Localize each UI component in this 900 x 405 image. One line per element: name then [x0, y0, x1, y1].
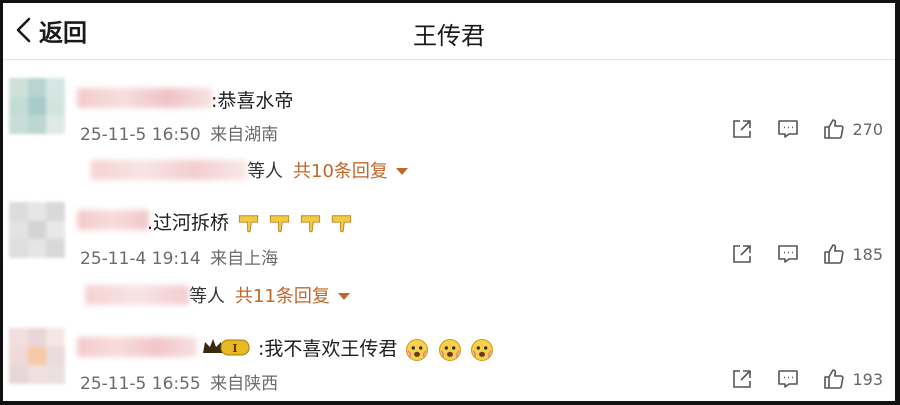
- comment-text: :我不喜欢王传君: [258, 334, 494, 362]
- comment-text-body: .过河拆桥: [147, 212, 230, 234]
- like-button[interactable]: 185: [822, 242, 883, 266]
- comment-text: :恭喜水帝: [211, 90, 294, 112]
- comment-actions: 185: [708, 242, 883, 266]
- comment-time: 25-11-5 16:55: [80, 374, 201, 394]
- top-bar: 返回 王传君: [3, 3, 895, 60]
- crown-badge[interactable]: I: [201, 334, 251, 358]
- share-icon: [733, 120, 752, 138]
- like-button[interactable]: 193: [822, 367, 883, 391]
- comment-item: .过河拆桥 25-11-4 19:14 来自上海 185 等人 共11条回复: [3, 192, 895, 320]
- reply-usernames-blurred: [85, 285, 189, 305]
- share-icon: [733, 245, 752, 263]
- reply-suffix: 等人: [247, 161, 283, 182]
- view-replies-link[interactable]: 共10条回复: [293, 157, 408, 183]
- avatar[interactable]: [9, 328, 65, 384]
- share-button[interactable]: [730, 367, 754, 391]
- reply-count-label: 共10条回复: [293, 161, 388, 182]
- avatar[interactable]: [9, 202, 65, 258]
- comment-icon: [778, 245, 799, 263]
- comment-button[interactable]: [776, 242, 800, 266]
- comment-actions: 270: [708, 117, 883, 141]
- like-count: 185: [852, 244, 883, 264]
- comment-meta: 25-11-5 16:55 来自陕西: [80, 369, 278, 394]
- reply-usernames-blurred: [91, 160, 247, 180]
- comment-time: 25-11-5 16:50: [80, 125, 201, 145]
- like-count: 270: [852, 119, 883, 139]
- comment-time: 25-11-4 19:14: [80, 249, 201, 269]
- comment-item: I :我不喜欢王传君 25-11-5 16:55 来自陕西 193: [3, 320, 895, 400]
- thumbs-up-icon: [824, 369, 845, 389]
- reply-count-label: 共11条回复: [235, 286, 330, 307]
- thumbs-down-emoji: [270, 214, 290, 232]
- caret-down-icon: [395, 167, 408, 175]
- comment-item: :恭喜水帝 25-11-5 16:50 来自湖南 270 等人 共10条回复: [3, 62, 895, 192]
- reply-suffix: 等人: [189, 286, 225, 307]
- share-button[interactable]: [730, 242, 754, 266]
- thumbs-up-icon: [824, 119, 845, 139]
- comment-meta: 25-11-4 19:14 来自上海: [80, 244, 278, 269]
- comment-actions: 193: [708, 367, 883, 391]
- svg-text:I: I: [232, 342, 237, 355]
- comment-icon: [778, 370, 799, 388]
- comment-location: 来自上海: [210, 249, 279, 269]
- like-button[interactable]: 270: [822, 117, 883, 141]
- share-button[interactable]: [730, 117, 754, 141]
- crown-badge-icon: I: [203, 339, 250, 356]
- comment-button[interactable]: [776, 117, 800, 141]
- comment-location: 来自湖南: [210, 125, 279, 145]
- comment-button[interactable]: [776, 367, 800, 391]
- thumbs-down-emoji: [301, 214, 321, 232]
- scared-face-emoji: [438, 338, 461, 361]
- reply-summary[interactable]: 等人 共10条回复: [91, 157, 408, 183]
- comment-icon: [778, 120, 799, 138]
- comment-meta: 25-11-5 16:50 来自湖南: [80, 120, 278, 145]
- username-blurred[interactable]: [77, 210, 149, 230]
- share-icon: [733, 370, 752, 388]
- comment-location: 来自陕西: [210, 374, 279, 394]
- thumbs-up-icon: [824, 244, 845, 264]
- thumbs-down-emoji: [332, 214, 352, 232]
- view-replies-link[interactable]: 共11条回复: [235, 282, 350, 308]
- avatar[interactable]: [9, 78, 65, 134]
- caret-down-icon: [337, 292, 350, 300]
- page-title: 王传君: [413, 22, 485, 50]
- username-blurred[interactable]: [77, 88, 213, 108]
- comment-text: .过河拆桥: [147, 208, 353, 235]
- comment-text-body: :我不喜欢王传君: [258, 338, 398, 360]
- thumbs-down-emoji: [238, 214, 259, 232]
- scared-face-emoji: [470, 338, 493, 361]
- reply-summary[interactable]: 等人 共11条回复: [85, 282, 350, 308]
- scared-face-emoji: [406, 338, 429, 361]
- like-count: 193: [852, 369, 883, 389]
- username-blurred[interactable]: [77, 337, 197, 357]
